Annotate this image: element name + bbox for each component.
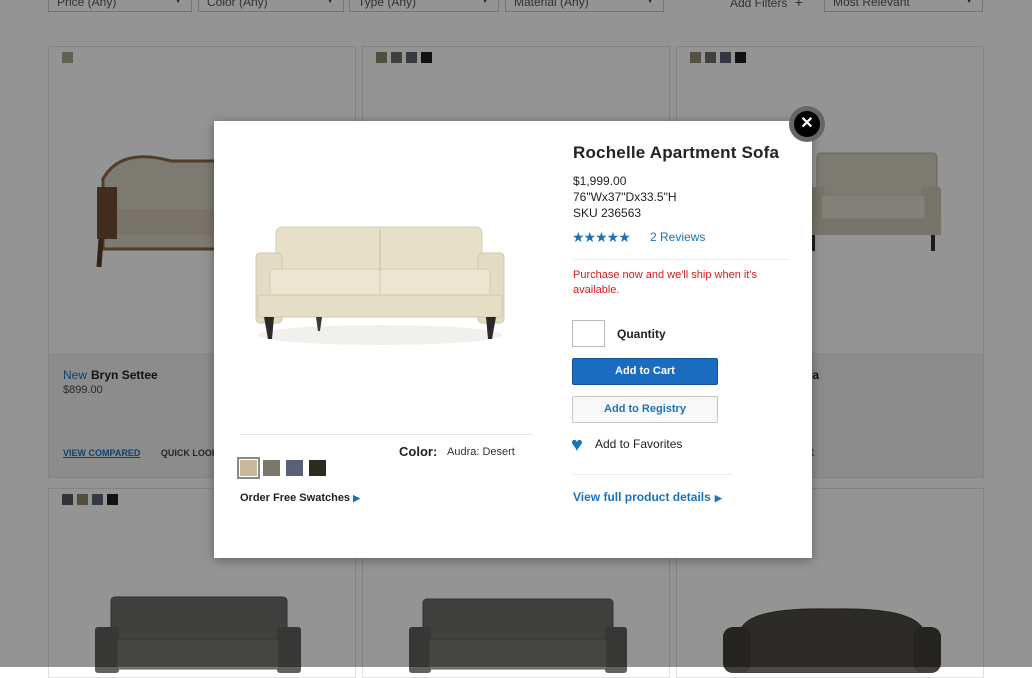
product-title: Rochelle Apartment Sofa [573,143,780,162]
swatch-3[interactable] [286,460,303,476]
swatch-4[interactable] [309,460,326,476]
add-to-favorites-link[interactable]: Add to Favorites [595,437,682,451]
divider [240,434,533,435]
color-swatches [237,457,326,479]
close-button[interactable]: ✕ [789,106,825,142]
close-icon: ✕ [794,111,820,137]
view-full-details-link[interactable]: View full product details ▶ [573,490,722,504]
reviews-link[interactable]: 2 Reviews [650,230,705,244]
order-free-swatches-link[interactable]: Order Free Swatches ▶ [240,492,360,504]
quick-look-modal: Color: Audra: Desert Order Free Swatches… [214,121,812,558]
swatch-desert[interactable] [237,457,260,479]
availability-notice: Purchase now and we'll ship when it's av… [573,269,757,296]
divider [573,259,788,260]
heart-icon[interactable]: ♥ [571,435,583,455]
add-to-cart-button[interactable]: Add to Cart [572,358,718,385]
quantity-input[interactable] [572,320,605,347]
color-label: Color: [399,444,438,459]
chevron-right-icon: ▶ [714,493,722,503]
product-sku: SKU 236563 [573,206,642,220]
product-dimensions: 76"Wx37"Dx33.5"H [573,190,677,204]
product-main-image [255,226,505,345]
product-price: $1,999.00 [573,174,627,188]
quantity-label: Quantity [617,327,666,341]
color-value: Audra: Desert [447,446,515,458]
star-icon: ★★★★★ [572,229,631,245]
add-to-registry-button[interactable]: Add to Registry [572,396,718,423]
order-free-swatches-label: Order Free Swatches [240,492,351,504]
swatch-2[interactable] [263,460,280,476]
view-full-details-label: View full product details [573,490,711,504]
chevron-right-icon: ▶ [353,493,360,503]
divider [573,474,733,475]
